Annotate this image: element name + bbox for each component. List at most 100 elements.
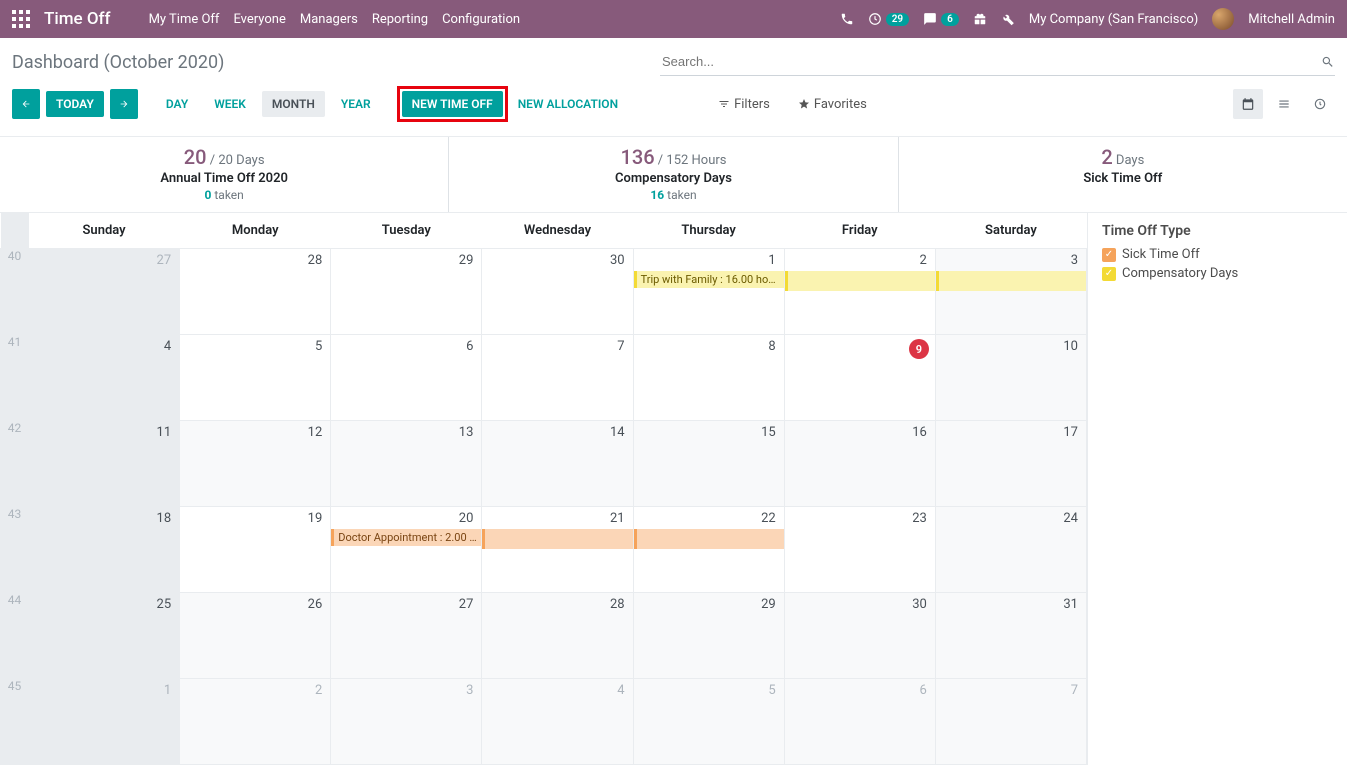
nav-everyone[interactable]: Everyone bbox=[233, 12, 285, 27]
nav-reporting[interactable]: Reporting bbox=[372, 12, 428, 27]
gift-icon[interactable] bbox=[973, 12, 987, 26]
view-activity-button[interactable] bbox=[1305, 89, 1335, 119]
calendar-day[interactable]: 3 bbox=[935, 249, 1086, 335]
range-day[interactable]: DAY bbox=[156, 91, 198, 117]
controls-row: TODAY DAY WEEK MONTH YEAR NEW TIME OFF N… bbox=[0, 80, 1347, 132]
nav-managers[interactable]: Managers bbox=[300, 12, 358, 27]
calendar-day[interactable]: 5 bbox=[180, 335, 331, 421]
avatar[interactable] bbox=[1212, 8, 1234, 30]
calendar-day[interactable]: 16 bbox=[784, 421, 935, 507]
calendar-event-continuation[interactable] bbox=[936, 271, 1086, 291]
calendar-day[interactable]: 28 bbox=[180, 249, 331, 335]
calendar-day[interactable]: 9 bbox=[784, 335, 935, 421]
search-input[interactable] bbox=[660, 50, 1315, 73]
favorites-button[interactable]: Favorites bbox=[798, 97, 867, 112]
summary-card-sick[interactable]: 2 Days Sick Time Off bbox=[899, 137, 1347, 212]
day-number: 4 bbox=[164, 339, 171, 354]
calendar-day[interactable]: 10 bbox=[935, 335, 1086, 421]
calendar-day[interactable]: 31 bbox=[935, 593, 1086, 679]
calendar-day[interactable]: 3 bbox=[331, 679, 482, 765]
calendar-day[interactable]: 14 bbox=[482, 421, 633, 507]
calendar-day[interactable]: 11 bbox=[29, 421, 180, 507]
company-selector[interactable]: My Company (San Francisco) bbox=[1029, 12, 1198, 27]
calendar-day[interactable]: 13 bbox=[331, 421, 482, 507]
legend-item[interactable]: ✓ Sick Time Off bbox=[1102, 247, 1333, 262]
legend-checkbox[interactable]: ✓ bbox=[1102, 267, 1116, 281]
activity-badge: 29 bbox=[886, 13, 909, 26]
filters-label: Filters bbox=[734, 97, 770, 112]
apps-icon[interactable] bbox=[12, 10, 30, 28]
calendar-day[interactable]: 1 bbox=[29, 679, 180, 765]
calendar-day[interactable]: 20Doctor Appointment : 2.00 days bbox=[331, 507, 482, 593]
calendar-day[interactable]: 22 bbox=[633, 507, 784, 593]
day-number: 5 bbox=[768, 683, 775, 698]
calendar-day[interactable]: 7 bbox=[935, 679, 1086, 765]
calendar-day[interactable]: 5 bbox=[633, 679, 784, 765]
calendar-day[interactable]: 18 bbox=[29, 507, 180, 593]
sidebar: Time Off Type ✓Sick Time Off✓Compensator… bbox=[1087, 213, 1347, 765]
prev-button[interactable] bbox=[12, 89, 40, 119]
calendar-day[interactable]: 26 bbox=[180, 593, 331, 679]
dow: Wednesday bbox=[482, 213, 633, 249]
messages-icon[interactable]: 6 bbox=[923, 12, 959, 26]
calendar-day[interactable]: 21 bbox=[482, 507, 633, 593]
search-bar[interactable] bbox=[660, 48, 1335, 76]
view-list-button[interactable] bbox=[1269, 89, 1299, 119]
calendar-day[interactable]: 17 bbox=[935, 421, 1086, 507]
calendar-day[interactable]: 29 bbox=[331, 249, 482, 335]
calendar-day[interactable]: 4 bbox=[482, 679, 633, 765]
calendar-day[interactable]: 2 bbox=[784, 249, 935, 335]
calendar-day[interactable]: 25 bbox=[29, 593, 180, 679]
calendar-day[interactable]: 27 bbox=[331, 593, 482, 679]
phone-icon[interactable] bbox=[840, 12, 854, 26]
week-number: 41 bbox=[1, 335, 29, 421]
summary-card-comp[interactable]: 136 / 152 Hours Compensatory Days 16 tak… bbox=[449, 137, 898, 212]
dow: Sunday bbox=[29, 213, 180, 249]
calendar-event-continuation[interactable] bbox=[634, 529, 784, 549]
today-button[interactable]: TODAY bbox=[46, 91, 104, 117]
range-week[interactable]: WEEK bbox=[204, 91, 256, 117]
range-month[interactable]: MONTH bbox=[262, 91, 325, 117]
next-button[interactable] bbox=[110, 89, 138, 119]
calendar-day[interactable]: 30 bbox=[482, 249, 633, 335]
legend-label: Sick Time Off bbox=[1122, 247, 1200, 262]
calendar-day[interactable]: 27 bbox=[29, 249, 180, 335]
day-number: 17 bbox=[1063, 425, 1078, 440]
calendar-day[interactable]: 1Trip with Family : 16.00 hours bbox=[633, 249, 784, 335]
calendar-day[interactable]: 30 bbox=[784, 593, 935, 679]
calendar-event[interactable]: Trip with Family : 16.00 hours bbox=[634, 271, 784, 288]
day-number: 10 bbox=[1063, 339, 1078, 354]
user-name[interactable]: Mitchell Admin bbox=[1248, 12, 1335, 27]
calendar-day[interactable]: 28 bbox=[482, 593, 633, 679]
calendar-day[interactable]: 2 bbox=[180, 679, 331, 765]
tools-icon[interactable] bbox=[1001, 12, 1015, 26]
calendar-day[interactable]: 15 bbox=[633, 421, 784, 507]
calendar-day[interactable]: 12 bbox=[180, 421, 331, 507]
calendar-event-continuation[interactable] bbox=[785, 271, 935, 291]
calendar-day[interactable]: 23 bbox=[784, 507, 935, 593]
calendar-day[interactable]: 4 bbox=[29, 335, 180, 421]
nav-my-time-off[interactable]: My Time Off bbox=[149, 12, 220, 27]
calendar-day[interactable]: 6 bbox=[784, 679, 935, 765]
calendar-day[interactable]: 8 bbox=[633, 335, 784, 421]
topbar: Time Off My Time Off Everyone Managers R… bbox=[0, 0, 1347, 38]
legend-checkbox[interactable]: ✓ bbox=[1102, 248, 1116, 262]
summary-card-annual[interactable]: 20 / 20 Days Annual Time Off 2020 0 take… bbox=[0, 137, 449, 212]
filters-button[interactable]: Filters bbox=[718, 97, 770, 112]
calendar-day[interactable]: 19 bbox=[180, 507, 331, 593]
activity-icon[interactable]: 29 bbox=[868, 12, 909, 26]
legend-item[interactable]: ✓Compensatory Days bbox=[1102, 266, 1333, 281]
calendar-day[interactable]: 29 bbox=[633, 593, 784, 679]
search-icon[interactable] bbox=[1321, 55, 1335, 69]
view-calendar-button[interactable] bbox=[1233, 89, 1263, 119]
new-time-off-button[interactable]: NEW TIME OFF bbox=[402, 91, 503, 117]
calendar-event-continuation[interactable] bbox=[482, 529, 632, 549]
nav-configuration[interactable]: Configuration bbox=[442, 12, 520, 27]
calendar-day[interactable]: 7 bbox=[482, 335, 633, 421]
calendar-day[interactable]: 24 bbox=[935, 507, 1086, 593]
today-marker: 9 bbox=[909, 339, 929, 359]
calendar-day[interactable]: 6 bbox=[331, 335, 482, 421]
calendar-event[interactable]: Doctor Appointment : 2.00 days bbox=[331, 529, 481, 546]
new-allocation-button[interactable]: NEW ALLOCATION bbox=[514, 91, 622, 117]
range-year[interactable]: YEAR bbox=[331, 91, 381, 117]
